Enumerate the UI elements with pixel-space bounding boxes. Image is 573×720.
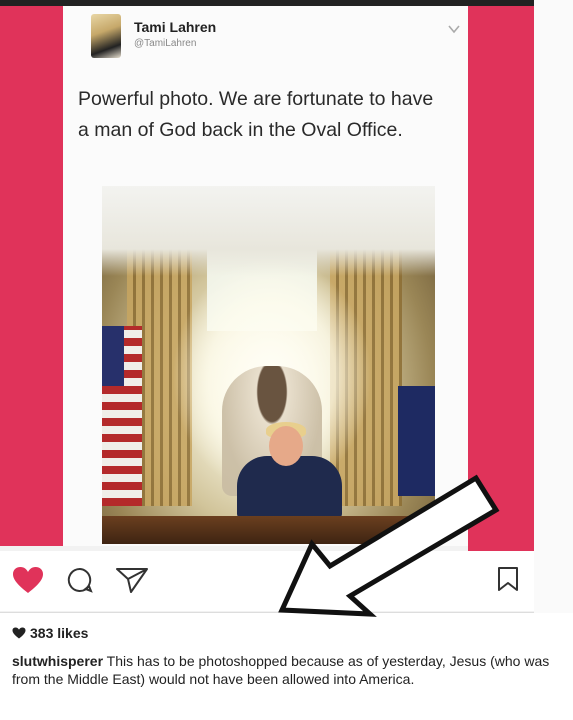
likes-label: 383 likes	[30, 625, 89, 641]
chevron-down-icon[interactable]	[447, 22, 461, 36]
tweet-author-handle[interactable]: @TamiLahren	[134, 38, 196, 49]
caption-username[interactable]: slutwhisperer	[12, 653, 103, 669]
photo-man-head	[269, 426, 303, 466]
photo-us-flag	[102, 326, 142, 506]
comment-icon[interactable]	[67, 567, 93, 593]
pink-background-left	[0, 6, 63, 546]
small-heart-icon	[12, 627, 26, 639]
tweet-author-name[interactable]: Tami Lahren	[134, 19, 216, 35]
annotation-arrow	[278, 474, 500, 617]
tweet-text: Powerful photo. We are fortunate to have…	[78, 88, 434, 141]
photo-clouds	[102, 186, 435, 276]
send-icon[interactable]	[115, 566, 149, 594]
likes-count[interactable]: 383 likes	[12, 625, 88, 641]
post-caption: slutwhisperer This has to be photoshoppe…	[12, 652, 562, 688]
avatar[interactable]	[91, 14, 121, 58]
heart-icon[interactable]	[12, 566, 44, 594]
right-margin	[534, 0, 573, 720]
